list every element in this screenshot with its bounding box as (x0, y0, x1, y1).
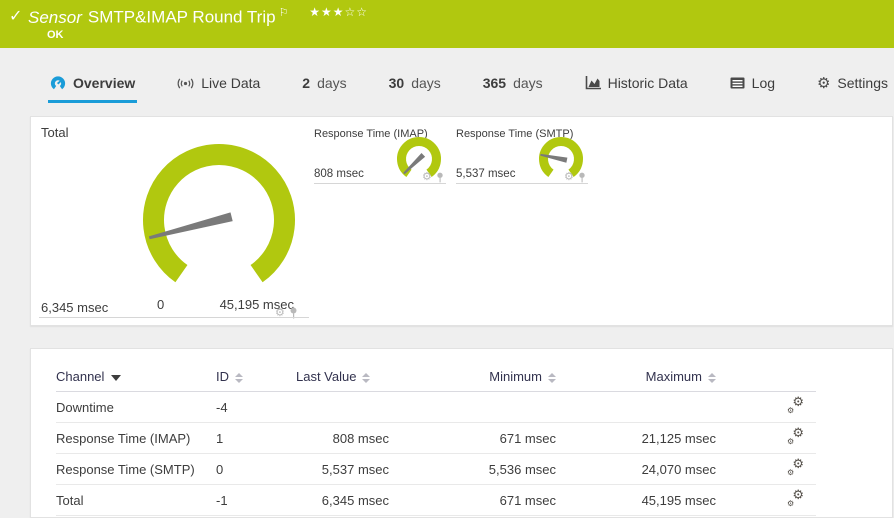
historic-data-icon (585, 76, 601, 90)
sort-icon (548, 372, 556, 383)
total-gauge-scale-min: 0 (157, 297, 165, 312)
cell-channel: Response Time (IMAP) (56, 422, 216, 454)
sensor-title-line: Sensor SMTP&IMAP Round Trip ⚐ ★★★☆☆ (28, 5, 368, 28)
stars-filled[interactable]: ★★★ (309, 5, 344, 19)
column-header-last-value[interactable]: Last Value (296, 363, 389, 392)
sensor-header: ✓ Sensor SMTP&IMAP Round Trip ⚐ ★★★☆☆ OK (0, 0, 894, 48)
cell-minimum: 671 msec (389, 422, 556, 454)
cell-channel: Response Time (SMTP) (56, 453, 216, 485)
cell-channel: Total (56, 484, 216, 516)
log-icon (730, 77, 745, 89)
ok-check-icon: ✓ (9, 8, 23, 25)
column-header-maximum-label: Maximum (645, 369, 702, 384)
table-row-response-time-imap: Response Time (IMAP) 1 808 msec 671 msec… (56, 422, 816, 454)
tab-settings[interactable]: ⚙ Settings (815, 69, 890, 103)
imap-gauge-value: 808 msec (314, 168, 364, 180)
tab-historic-data-label: Historic Data (607, 75, 688, 91)
column-header-id-label: ID (216, 369, 229, 384)
tab-30-days-number: 30 (388, 75, 405, 91)
gauge-pin-icon[interactable] (578, 172, 586, 183)
cell-maximum: 45,195 msec (556, 484, 716, 516)
table-row-response-time-smtp: Response Time (SMTP) 0 5,537 msec 5,536 … (56, 453, 816, 485)
cell-maximum: 21,125 msec (556, 422, 716, 454)
gauge-gear-icon[interactable]: ⚙ (422, 172, 432, 183)
tab-2-days-unit: days (317, 75, 347, 91)
cell-maximum: 24,070 msec (556, 453, 716, 485)
gauge-pin-icon[interactable] (436, 172, 444, 183)
cell-id: -1 (216, 484, 296, 516)
total-gauge-value: 6,345 msec (41, 300, 109, 315)
sort-desc-icon (111, 374, 122, 381)
tab-live-data-label: Live Data (201, 75, 261, 91)
tab-log-label: Log (751, 75, 776, 91)
tab-live-data[interactable]: Live Data (175, 69, 262, 103)
column-header-last-value-label: Last Value (296, 369, 357, 384)
column-header-settings (716, 363, 816, 392)
sensor-kind-label: Sensor (28, 7, 82, 27)
cell-last-value: 808 msec (296, 422, 389, 454)
tab-2-days-number: 2 (302, 75, 311, 91)
tab-365-days-unit: days (513, 75, 543, 91)
cell-id: 0 (216, 453, 296, 485)
smtp-gauge-divider (456, 183, 588, 184)
column-header-maximum[interactable]: Maximum (556, 363, 716, 392)
gauge-icon (50, 76, 66, 90)
smtp-gauge-actions: ⚙ (564, 172, 586, 183)
status-badge: OK (47, 29, 64, 41)
tab-log[interactable]: Log (728, 69, 777, 103)
settings-gear-icon: ⚙ (816, 74, 831, 92)
channels-table: Channel ID Last Value Minimum Maximum Do… (56, 363, 816, 516)
cell-channel: Downtime (56, 391, 216, 423)
column-header-channel-label: Channel (56, 369, 105, 384)
cell-last-value: 5,537 msec (296, 453, 389, 485)
cell-last-value: 6,345 msec (296, 484, 389, 516)
tab-30-days[interactable]: 30 days (387, 69, 443, 103)
total-gauge (143, 144, 295, 283)
tab-30-days-unit: days (411, 75, 441, 91)
cell-id: 1 (216, 422, 296, 454)
favorite-stars[interactable]: ★★★☆☆ (309, 5, 368, 19)
smtp-gauge-value: 5,537 msec (456, 168, 516, 180)
column-header-minimum[interactable]: Minimum (389, 363, 556, 392)
tab-overview-label: Overview (73, 75, 136, 91)
cell-id: -4 (216, 391, 296, 423)
page-title: SMTP&IMAP Round Trip (87, 7, 276, 27)
tab-365-days[interactable]: 365 days (481, 69, 545, 103)
cell-minimum: 5,536 msec (389, 453, 556, 485)
tab-historic-data[interactable]: Historic Data (583, 69, 690, 103)
channel-settings-icon[interactable]: ⚙ ⚙ (787, 395, 804, 415)
total-gauge-title: Total (41, 125, 69, 140)
tab-overview[interactable]: Overview (48, 69, 138, 103)
gauge-gear-icon[interactable]: ⚙ (564, 172, 574, 183)
column-header-id[interactable]: ID (216, 363, 296, 392)
sort-icon (362, 372, 371, 383)
tab-bar: Overview Live Data 2 days 30 days 365 da… (0, 48, 894, 103)
table-header-row: Channel ID Last Value Minimum Maximum (56, 363, 816, 392)
cell-minimum (389, 391, 556, 423)
column-header-channel[interactable]: Channel (56, 363, 216, 392)
tab-settings-label: Settings (837, 75, 888, 91)
cell-maximum (556, 391, 716, 423)
column-header-minimum-label: Minimum (489, 369, 542, 384)
priority-flag-icon[interactable]: ⚐ (279, 7, 289, 19)
channel-settings-icon[interactable]: ⚙ ⚙ (787, 488, 804, 508)
channel-settings-icon[interactable]: ⚙ ⚙ (787, 426, 804, 446)
stars-empty[interactable]: ☆☆ (344, 5, 368, 19)
overview-gauges-card: Total 6,345 msec 0 45,195 msec ⚙ Respons… (30, 116, 893, 326)
cell-last-value (296, 391, 389, 423)
tab-365-days-number: 365 (482, 75, 507, 91)
channels-table-card: Channel ID Last Value Minimum Maximum Do… (30, 348, 893, 518)
sort-icon (235, 372, 243, 383)
table-row-downtime: Downtime -4 ⚙ ⚙ (56, 391, 816, 423)
channel-settings-icon[interactable]: ⚙ ⚙ (787, 457, 804, 477)
total-gauge-divider (39, 317, 309, 318)
sort-icon (708, 372, 716, 383)
imap-gauge-actions: ⚙ (422, 172, 444, 183)
cell-minimum: 671 msec (389, 484, 556, 516)
live-data-icon (177, 78, 194, 88)
tab-2-days[interactable]: 2 days (300, 69, 348, 103)
table-row-total: Total -1 6,345 msec 671 msec 45,195 msec… (56, 484, 816, 516)
imap-gauge-divider (314, 183, 446, 184)
